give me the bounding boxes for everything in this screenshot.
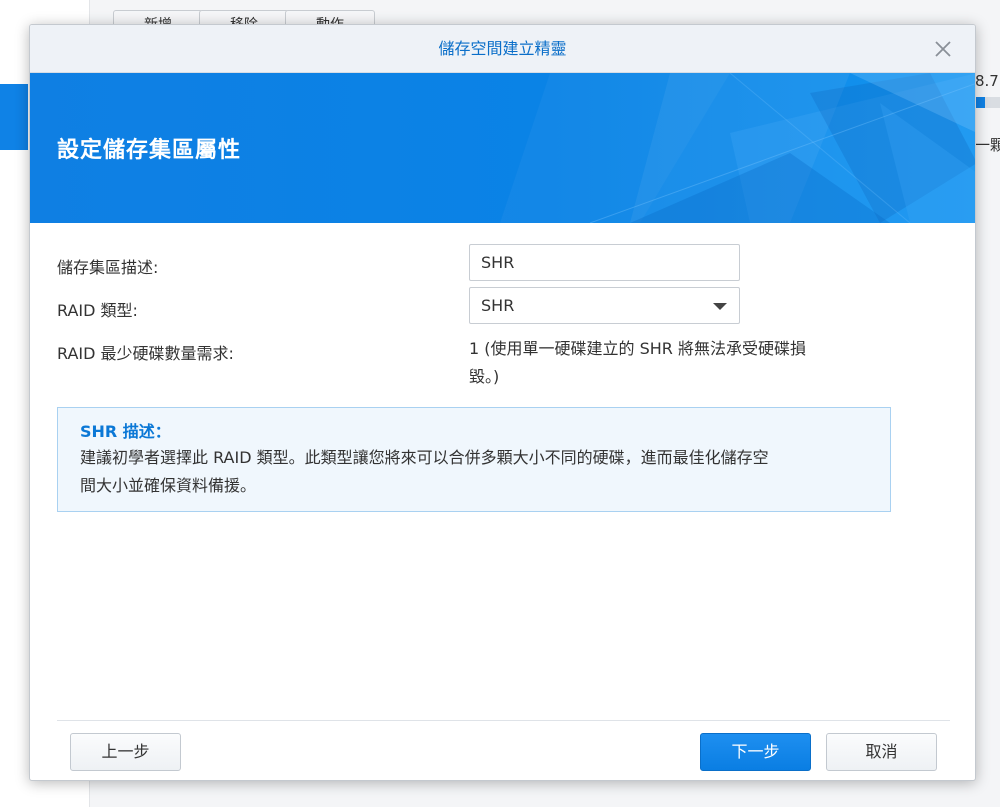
cancel-button[interactable]: 取消 [826,733,937,771]
banner-heading: 設定儲存集區屬性 [57,138,242,163]
background-usage-fill [975,97,985,108]
chevron-down-icon [713,303,727,310]
info-body-line2: 間大小並確保資料備援。 [80,476,257,495]
min-disks-value: 1 (使用單一硬碟建立的 SHR 將無法承受硬碟損 毀。) [469,335,869,391]
raid-type-label: RAID 類型: [57,301,138,320]
storage-wizard-dialog: 儲存空間建立精靈 設定儲存集區屬性 儲存集區描述: RAID 類型: SHR R… [29,24,976,781]
shr-info-box: SHR 描述： 建議初學者選擇此 RAID 類型。此類型讓您將來可以合併多顆大小… [57,407,891,512]
background-usage-bar [975,97,1000,108]
info-body-line1: 建議初學者選擇此 RAID 類型。此類型讓您將來可以合併多顆大小不同的硬碟，進而… [80,448,769,467]
background-disk-text: 一顆硬 [975,136,1000,154]
description-label: 儲存集區描述: [57,258,159,277]
next-button[interactable]: 下一步 [700,733,811,771]
back-button[interactable]: 上一步 [70,733,181,771]
wizard-banner: 設定儲存集區屬性 [30,73,975,223]
info-title: SHR 描述： [80,422,171,441]
min-disks-value-line1: 1 (使用單一硬碟建立的 SHR 將無法承受硬碟損 [469,339,806,358]
min-disks-value-line2: 毀。) [469,367,500,386]
min-disks-label: RAID 最少硬碟數量需求: [57,344,234,363]
raid-type-selected-value: SHR [481,296,515,315]
footer-divider [57,720,950,721]
background-selected-item [0,84,28,150]
description-input[interactable] [469,244,740,281]
dialog-title: 儲存空間建立精靈 [438,39,567,58]
dialog-titlebar: 儲存空間建立精靈 [30,25,975,73]
background-capacity-text: 8.7 [975,72,999,90]
close-icon[interactable] [933,39,953,59]
raid-type-select[interactable]: SHR [469,287,740,324]
